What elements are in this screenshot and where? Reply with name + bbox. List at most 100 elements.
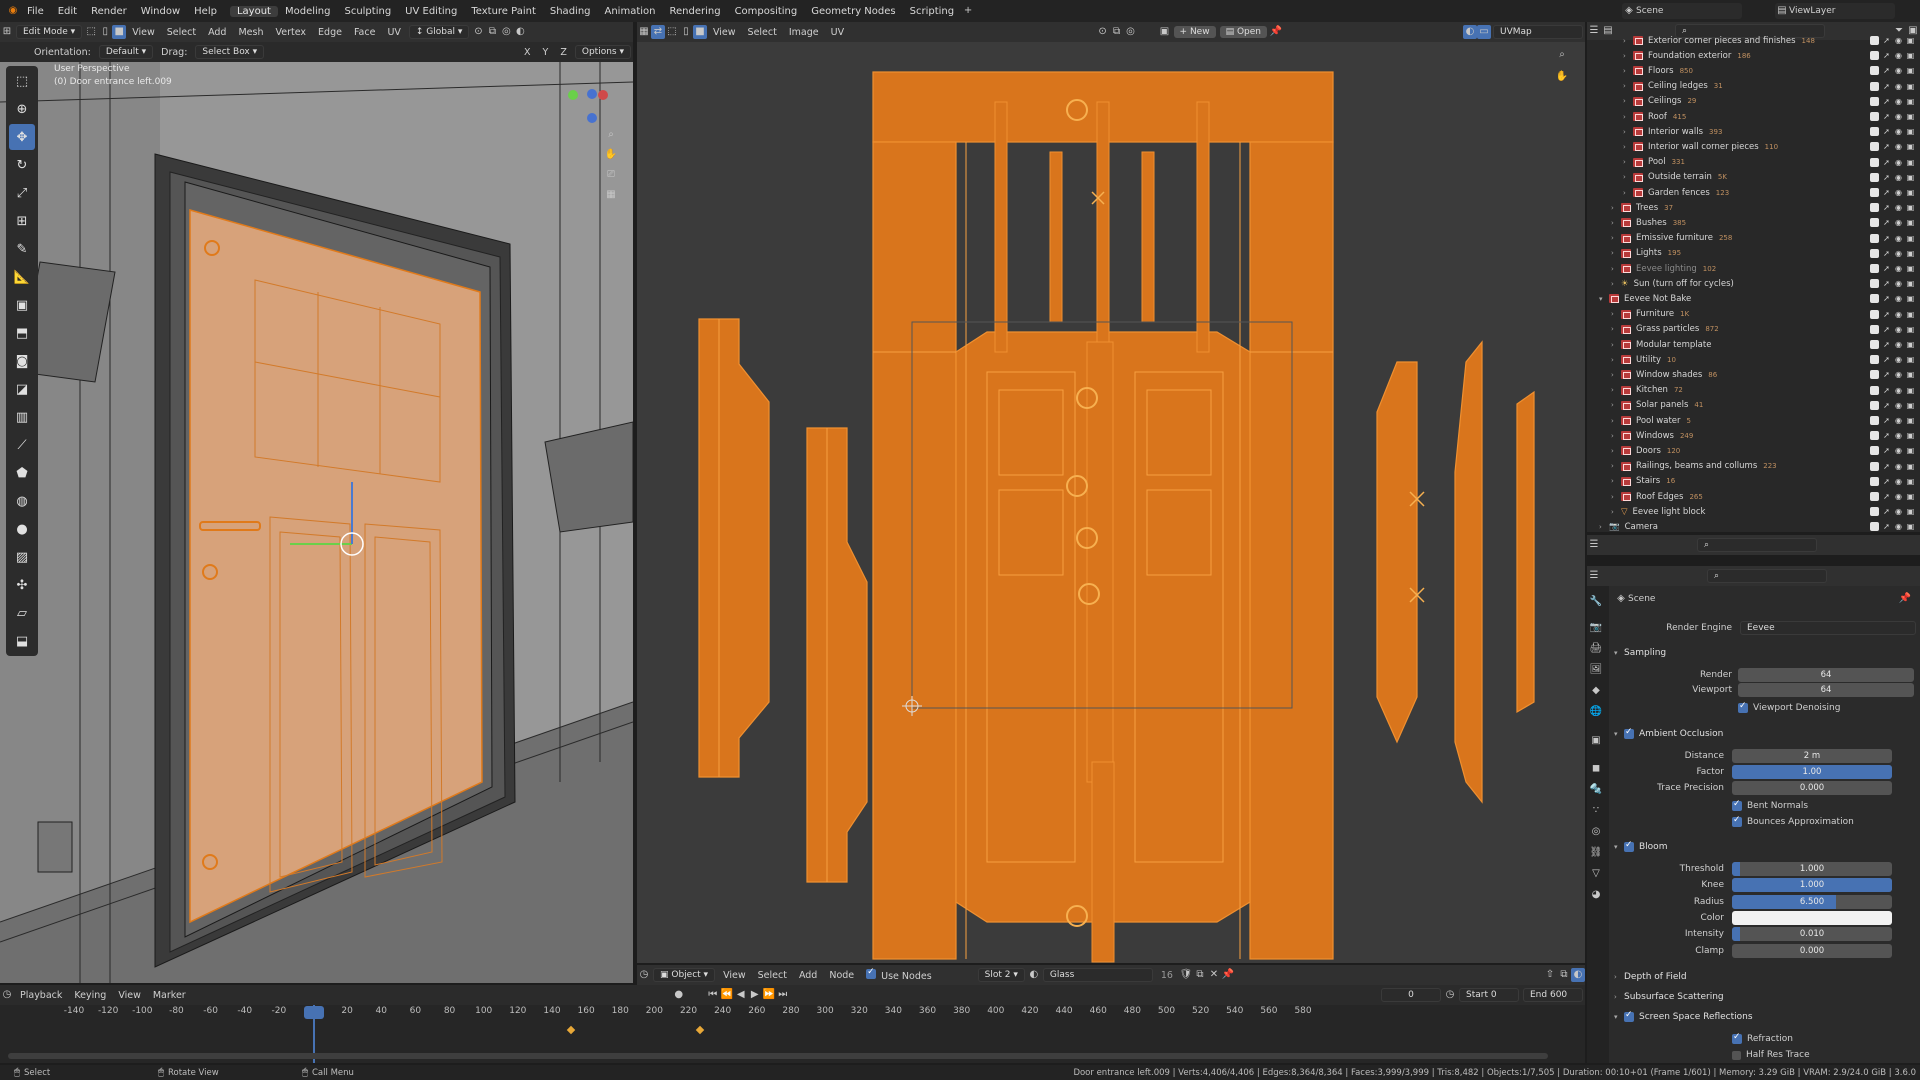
visibility-eye-icon[interactable]: ◉	[1894, 127, 1903, 136]
preview-range-icon[interactable]: ◷	[1443, 988, 1457, 1002]
render-camera-icon[interactable]: ▣	[1906, 234, 1915, 243]
viewport-menu-uv[interactable]: UV	[381, 27, 406, 38]
outliner-row[interactable]: › Pool water 5 ➚ ◉ ▣	[1587, 413, 1919, 428]
selectable-arrow-icon[interactable]: ➚	[1882, 522, 1891, 531]
play-reverse-icon[interactable]: ◀	[734, 988, 748, 1002]
expand-arrow-icon[interactable]: ›	[1611, 234, 1621, 242]
jump-end-icon[interactable]: ⏭	[776, 988, 790, 1002]
render-camera-icon[interactable]: ▣	[1906, 401, 1915, 410]
render-camera-icon[interactable]: ▣	[1906, 142, 1915, 151]
output-tab-icon[interactable]: 🖨	[1588, 643, 1604, 659]
viewport-denoising-checkbox[interactable]	[1738, 701, 1748, 713]
view-layer-selector[interactable]: ▤ ViewLayer	[1775, 3, 1895, 19]
workspace-tab-modeling[interactable]: Modeling	[278, 6, 338, 17]
render-camera-icon[interactable]: ▣	[1906, 112, 1915, 121]
workspace-tab-texture-paint[interactable]: Texture Paint	[464, 6, 543, 17]
uv-sync-icon[interactable]: ⇄	[651, 25, 665, 39]
ao-trace-field[interactable]: 0.000	[1732, 781, 1892, 795]
selectable-arrow-icon[interactable]: ➚	[1882, 66, 1891, 75]
exclude-checkbox[interactable]	[1870, 81, 1879, 91]
pivot-icon[interactable]: ⊙	[471, 25, 485, 39]
timeline-editor-icon[interactable]: ◷	[0, 988, 14, 1002]
exclude-checkbox[interactable]	[1870, 264, 1879, 273]
visibility-eye-icon[interactable]: ◉	[1894, 416, 1903, 425]
ao-enable-checkbox[interactable]	[1624, 727, 1634, 739]
collection-tab-icon[interactable]: ▣	[1588, 735, 1604, 751]
new-image-button[interactable]: + New	[1173, 26, 1216, 38]
constraints-tab-icon[interactable]: ⛓	[1588, 847, 1604, 863]
slot-dropdown[interactable]: Slot 2 ▾	[977, 968, 1025, 982]
expand-arrow-icon[interactable]: ›	[1611, 462, 1621, 470]
physics-tab-icon[interactable]: ◎	[1588, 826, 1604, 842]
timeline-scrollbar[interactable]	[8, 1053, 1548, 1059]
visibility-eye-icon[interactable]: ◉	[1894, 249, 1903, 258]
selectable-arrow-icon[interactable]: ➚	[1882, 142, 1891, 151]
viewport-menu-view[interactable]: View	[126, 27, 161, 38]
uv-zoom-icon[interactable]: ⌕	[1555, 48, 1569, 62]
secondary-editor-icon[interactable]: ☰	[1587, 538, 1601, 552]
selectable-arrow-icon[interactable]: ➚	[1882, 158, 1891, 167]
selectable-arrow-icon[interactable]: ➚	[1882, 112, 1891, 121]
outliner-row[interactable]: › Emissive furniture 258 ➚ ◉ ▣	[1587, 231, 1919, 246]
modifier-tab-icon[interactable]: 🔩	[1588, 784, 1604, 800]
exclude-checkbox[interactable]	[1870, 36, 1879, 45]
selectable-arrow-icon[interactable]: ➚	[1882, 310, 1891, 319]
particles-tab-icon[interactable]: ∵	[1588, 805, 1604, 821]
menu-file[interactable]: File	[20, 6, 51, 17]
timeline-menu-view[interactable]: View	[112, 990, 147, 1001]
expand-arrow-icon[interactable]: ›	[1623, 97, 1633, 105]
orientation-dropdown[interactable]: Default ▾	[98, 45, 154, 59]
record-icon[interactable]: ●	[672, 988, 686, 1002]
current-frame-field[interactable]: 0	[1381, 988, 1441, 1002]
outliner-row[interactable]: › Outside terrain 5K ➚ ◉ ▣	[1587, 170, 1919, 185]
selectable-arrow-icon[interactable]: ➚	[1882, 82, 1891, 91]
pan-hand-icon[interactable]: ✋	[604, 148, 618, 162]
selectable-arrow-icon[interactable]: ➚	[1882, 173, 1891, 182]
outliner-row[interactable]: › Utility 10 ➚ ◉ ▣	[1587, 352, 1919, 367]
render-camera-icon[interactable]: ▣	[1906, 340, 1915, 349]
image-browse-icon[interactable]: ▣	[1158, 25, 1172, 39]
outliner-row[interactable]: › Garden fences 123 ➚ ◉ ▣	[1587, 185, 1919, 200]
workspace-tab-layout[interactable]: Layout	[229, 5, 278, 17]
render-camera-icon[interactable]: ▣	[1906, 66, 1915, 75]
visibility-eye-icon[interactable]: ◉	[1894, 264, 1903, 273]
uv-snap-icon[interactable]: ⧉	[1110, 25, 1124, 39]
render-camera-icon[interactable]: ▣	[1906, 294, 1915, 303]
visibility-eye-icon[interactable]: ◉	[1894, 203, 1903, 212]
spin-tool-icon[interactable]: ◍	[9, 488, 35, 514]
expand-arrow-icon[interactable]: ›	[1623, 143, 1633, 151]
render-camera-icon[interactable]: ▣	[1906, 431, 1915, 440]
outliner-row[interactable]: › Window shades 86 ➚ ◉ ▣	[1587, 367, 1919, 382]
bent-normals-checkbox[interactable]	[1732, 799, 1742, 811]
scene-selector[interactable]: ◈ Scene	[1622, 3, 1742, 19]
visibility-eye-icon[interactable]: ◉	[1894, 340, 1903, 349]
node-snap-icon[interactable]: ⧉	[1557, 968, 1571, 982]
uv-menu-image[interactable]: Image	[783, 27, 825, 38]
exclude-checkbox[interactable]	[1870, 172, 1879, 182]
bounces-row[interactable]: Bounces Approximation	[1732, 814, 1854, 830]
visibility-eye-icon[interactable]: ◉	[1894, 325, 1903, 334]
expand-arrow-icon[interactable]: ›	[1611, 477, 1621, 485]
sampling-render-field[interactable]: 64	[1738, 668, 1914, 682]
uv-display-icon[interactable]: ▭	[1477, 25, 1491, 39]
transform-tool-icon[interactable]: ⊞	[9, 208, 35, 234]
bounces-checkbox[interactable]	[1732, 815, 1742, 827]
rotate-tool-icon[interactable]: ↻	[9, 152, 35, 178]
workspace-tab-shading[interactable]: Shading	[543, 6, 598, 17]
vertex-select-icon[interactable]: ⬚	[84, 25, 98, 39]
expand-arrow-icon[interactable]: ›	[1611, 386, 1621, 394]
visibility-eye-icon[interactable]: ◉	[1894, 188, 1903, 197]
exclude-checkbox[interactable]	[1870, 340, 1879, 349]
outliner-row[interactable]: › Railings, beams and collums 223 ➚ ◉ ▣	[1587, 459, 1919, 474]
workspace-tab-scripting[interactable]: Scripting	[903, 6, 961, 17]
outliner-row[interactable]: › Pool 331 ➚ ◉ ▣	[1587, 155, 1919, 170]
expand-arrow-icon[interactable]: ›	[1623, 189, 1633, 197]
properties-editor-icon[interactable]: ☰	[1587, 569, 1601, 583]
render-engine-dropdown[interactable]: Eevee	[1740, 621, 1916, 635]
outliner-row[interactable]: › Modular template ➚ ◉ ▣	[1587, 337, 1919, 352]
material-tab-icon[interactable]: ◕	[1588, 889, 1604, 905]
keyframe-marker[interactable]	[695, 1025, 705, 1035]
viewport-menu-vertex[interactable]: Vertex	[269, 27, 312, 38]
measure-tool-icon[interactable]: 📐	[9, 264, 35, 290]
selectable-arrow-icon[interactable]: ➚	[1882, 355, 1891, 364]
